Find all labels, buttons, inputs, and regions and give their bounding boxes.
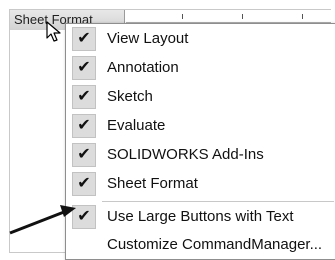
callout-arrow bbox=[9, 205, 76, 235]
